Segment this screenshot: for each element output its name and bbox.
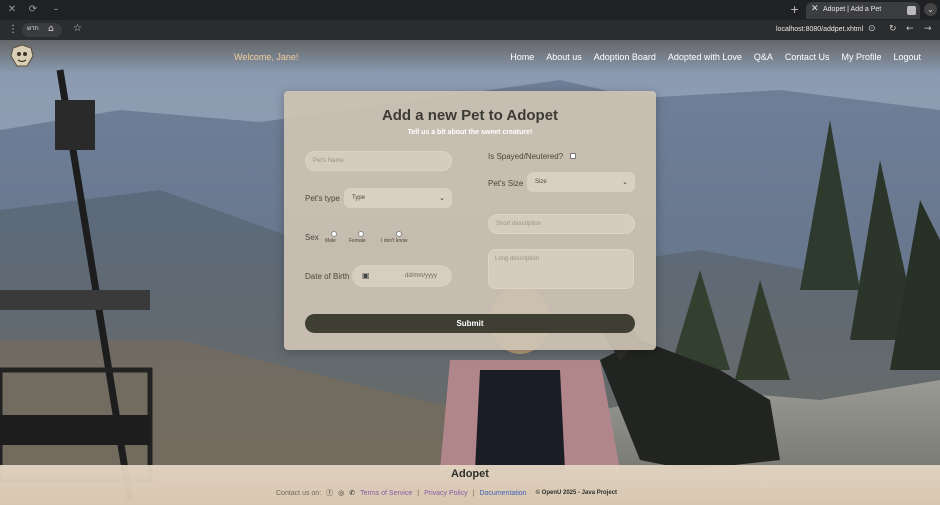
pet-size-select[interactable]: Size ⌄: [527, 172, 635, 192]
nav-contact[interactable]: Contact Us: [785, 52, 830, 62]
separator: |: [472, 489, 475, 497]
new-tab-icon[interactable]: +: [790, 3, 799, 16]
nav-adopted-with-love[interactable]: Adopted with Love: [668, 52, 742, 62]
short-description-placeholder: Short description: [496, 221, 542, 227]
copyright: © OpenU 2025 - Java Project: [535, 490, 618, 496]
pet-type-select[interactable]: Type ⌄: [344, 188, 452, 208]
terms-link[interactable]: Terms of Service: [360, 490, 412, 497]
nav-qa[interactable]: Q&A: [754, 52, 773, 62]
close-tab-icon[interactable]: ✕: [811, 4, 819, 14]
profile-chip[interactable]: חדש ⌂: [22, 23, 62, 37]
footer-title: Adopet: [451, 468, 489, 480]
menu-icon[interactable]: ⋮: [8, 24, 18, 35]
browser-chrome: ✕ ⟳ – + ✕ Adopet | Add a Pet ⌄ ⋮ חדש ⌂ ☆…: [0, 0, 940, 40]
reload-icon[interactable]: ↻: [889, 24, 897, 34]
pet-size-value: Size: [535, 179, 547, 185]
sex-unknown-radio[interactable]: [396, 231, 402, 237]
submit-button[interactable]: Submit: [305, 314, 635, 333]
dob-placeholder: dd/mm/yyyy: [405, 273, 438, 279]
close-icon[interactable]: ✕: [6, 4, 18, 16]
chevron-down-icon: ⌄: [439, 194, 445, 202]
nav-logout[interactable]: Logout: [893, 52, 921, 62]
dob-label: Date of Birth: [305, 272, 350, 281]
whatsapp-icon[interactable]: ✆: [349, 489, 355, 497]
sex-female-radio[interactable]: [358, 231, 364, 237]
sex-male-label: Male: [325, 238, 336, 244]
contact-label: Contact us on:: [276, 489, 322, 497]
profile-label: חדש: [27, 26, 39, 32]
browser-toolbar: ⋮ חדש ⌂ ☆ localhost:8080/addpet.xhtml ⊙ …: [0, 20, 940, 40]
spayed-checkbox[interactable]: [570, 153, 576, 159]
pet-type-value: Type: [352, 195, 366, 201]
chevron-down-icon[interactable]: ⌄: [924, 3, 937, 16]
documentation-link[interactable]: Documentation: [479, 490, 526, 497]
form-title: Add a new Pet to Adopet: [381, 107, 559, 124]
sex-female-label: Female: [349, 238, 366, 244]
separator: |: [417, 489, 420, 497]
star-icon[interactable]: ☆: [73, 23, 82, 34]
pet-size-label: Pet's Size: [488, 179, 524, 188]
nav-links: Home About us Adoption Board Adopted wit…: [510, 52, 921, 62]
minimize-icon[interactable]: –: [50, 4, 62, 16]
nav-home[interactable]: Home: [510, 52, 534, 62]
facebook-icon[interactable]: ⓕ: [326, 488, 333, 498]
address-bar[interactable]: localhost:8080/addpet.xhtml: [776, 26, 863, 33]
nav-my-profile[interactable]: My Profile: [841, 52, 881, 62]
reload-icon[interactable]: ⟳: [27, 4, 39, 16]
welcome-text: Welcome, Jane!: [234, 52, 299, 62]
logo-icon[interactable]: [9, 44, 35, 68]
sex-label: Sex: [305, 233, 319, 242]
pet-name-placeholder: Pet's Name: [313, 158, 344, 164]
sex-male-radio[interactable]: [331, 231, 337, 237]
dob-input[interactable]: ▣ dd/mm/yyyy: [352, 265, 452, 287]
home-icon[interactable]: ⌂: [48, 24, 54, 34]
browser-tab[interactable]: ✕ Adopet | Add a Pet: [806, 2, 920, 19]
pet-name-input[interactable]: Pet's Name: [305, 151, 452, 171]
nav-about[interactable]: About us: [546, 52, 582, 62]
sex-unknown-label: I don't know: [381, 238, 408, 244]
footer-links: Contact us on: ⓕ ◎ ✆ Terms of Service | …: [276, 488, 617, 498]
site-info-icon[interactable]: ⊙: [868, 24, 876, 34]
back-icon[interactable]: ←: [906, 24, 914, 34]
tab-title: Adopet | Add a Pet: [823, 6, 882, 13]
instagram-icon[interactable]: ◎: [338, 489, 344, 497]
short-description-input[interactable]: Short description: [488, 214, 635, 234]
nav-adoption-board[interactable]: Adoption Board: [594, 52, 656, 62]
privacy-link[interactable]: Privacy Policy: [424, 490, 468, 497]
shield-icon: [907, 6, 916, 15]
chevron-down-icon: ⌄: [622, 178, 628, 186]
calendar-icon[interactable]: ▣: [362, 271, 370, 280]
spayed-label: Is Spayed/Neutered?: [488, 152, 564, 161]
form-subtitle: Tell us a bit about the sweet creature!: [407, 129, 533, 136]
forward-icon[interactable]: →: [924, 24, 932, 34]
long-description-placeholder: Long description: [495, 256, 540, 262]
tab-strip: ✕ ⟳ – + ✕ Adopet | Add a Pet ⌄: [0, 0, 940, 20]
long-description-textarea[interactable]: Long description: [488, 249, 634, 289]
pet-type-label: Pet's type: [305, 194, 340, 203]
